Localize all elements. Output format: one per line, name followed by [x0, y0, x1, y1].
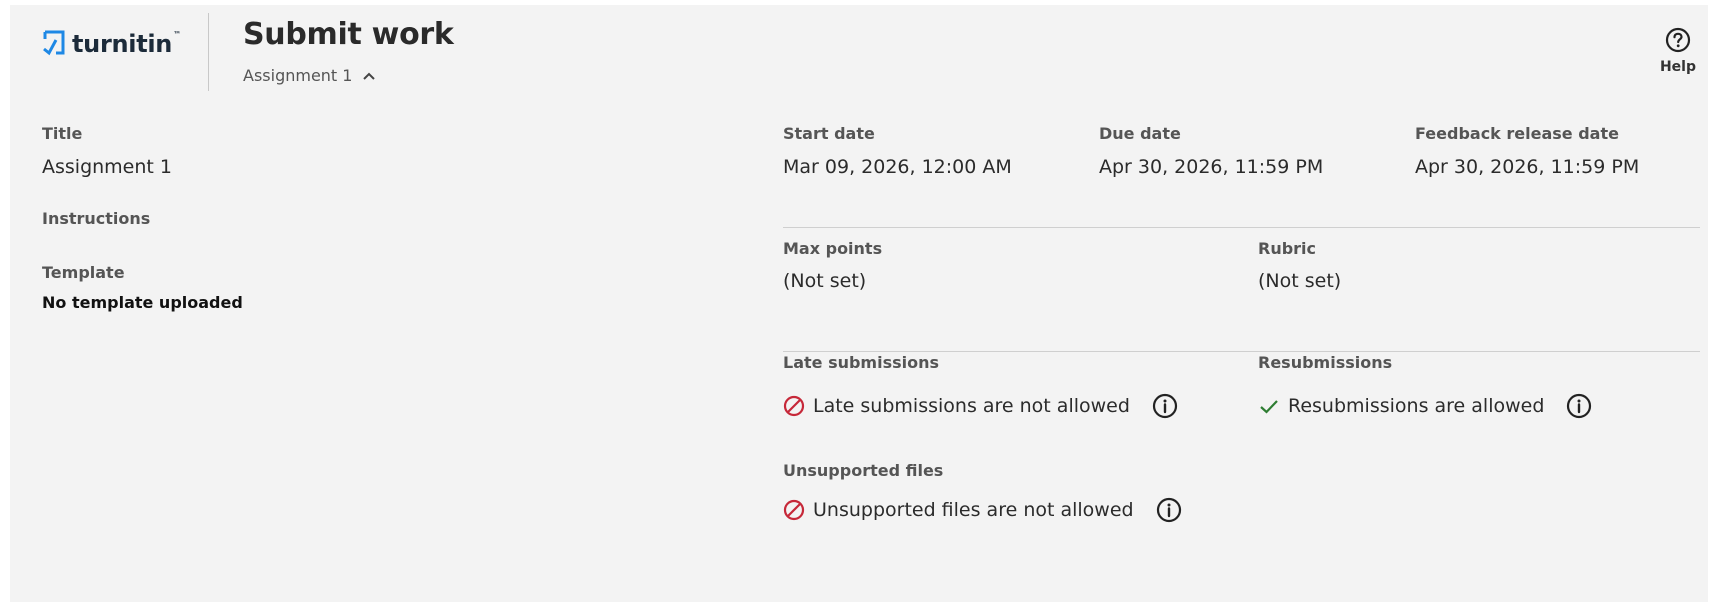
- header-divider: [208, 13, 209, 91]
- brand-name: turnitin™: [72, 30, 181, 58]
- page-title: Submit work: [243, 17, 454, 52]
- due-date-value: Apr 30, 2026, 11:59 PM: [1099, 156, 1324, 178]
- late-submissions-info-button[interactable]: [1152, 393, 1178, 419]
- divider: [783, 227, 1700, 228]
- rubric-value: (Not set): [1258, 270, 1342, 292]
- late-submissions-value: Late submissions are not allowed: [813, 395, 1130, 417]
- late-submissions-label: Late submissions: [783, 353, 940, 372]
- template-value: No template uploaded: [42, 293, 243, 312]
- resubmissions-info-button[interactable]: [1566, 393, 1592, 419]
- rubric-label: Rubric: [1258, 239, 1317, 258]
- help-icon: [1665, 27, 1691, 53]
- instructions-label: Instructions: [42, 209, 151, 228]
- not-allowed-icon: [783, 499, 805, 521]
- turnitin-logo[interactable]: turnitin™: [42, 29, 181, 59]
- max-points-label: Max points: [783, 239, 883, 258]
- start-date-value: Mar 09, 2026, 12:00 AM: [783, 156, 1012, 178]
- template-label: Template: [42, 263, 125, 282]
- start-date-label: Start date: [783, 124, 875, 143]
- assignment-toggle[interactable]: Assignment 1: [243, 66, 376, 85]
- unsupported-files-info-button[interactable]: [1156, 497, 1182, 523]
- unsupported-files-value: Unsupported files are not allowed: [813, 499, 1134, 521]
- divider: [783, 351, 1700, 352]
- resubmissions-status: Resubmissions are allowed: [1258, 393, 1592, 419]
- unsupported-files-status: Unsupported files are not allowed: [783, 497, 1182, 523]
- title-label: Title: [42, 124, 83, 143]
- info-icon: [1567, 393, 1592, 419]
- title-value: Assignment 1: [42, 156, 172, 178]
- chevron-up-icon: [363, 72, 376, 80]
- assignment-toggle-label: Assignment 1: [243, 66, 353, 85]
- help-button[interactable]: Help: [1660, 27, 1696, 75]
- feedback-release-date-value: Apr 30, 2026, 11:59 PM: [1415, 156, 1640, 178]
- feedback-release-date-label: Feedback release date: [1415, 124, 1619, 143]
- checkmark-icon: [1260, 400, 1278, 414]
- due-date-label: Due date: [1099, 124, 1181, 143]
- turnitin-logo-icon: [43, 30, 65, 56]
- unsupported-files-label: Unsupported files: [783, 461, 944, 480]
- not-allowed-icon: [783, 395, 805, 417]
- resubmissions-label: Resubmissions: [1258, 353, 1393, 372]
- info-icon: [1156, 497, 1181, 523]
- info-icon: [1152, 393, 1178, 419]
- assignment-details-panel: turnitin™ Submit work Assignment 1 Help …: [10, 5, 1708, 602]
- resubmissions-value: Resubmissions are allowed: [1288, 395, 1545, 417]
- help-label: Help: [1659, 59, 1696, 75]
- late-submissions-status: Late submissions are not allowed: [783, 393, 1178, 419]
- max-points-value: (Not set): [783, 270, 867, 292]
